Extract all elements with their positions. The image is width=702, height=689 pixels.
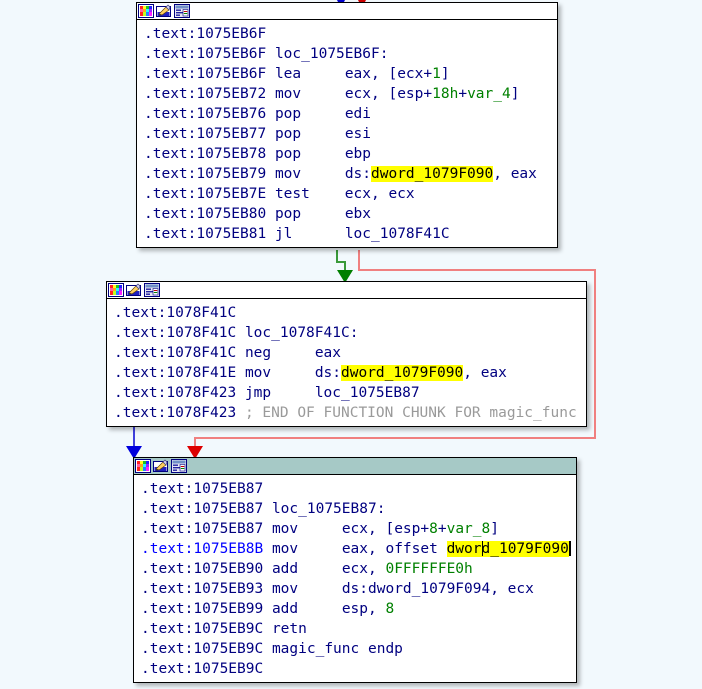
asm-line: .text:1075EB78 pop ebp <box>137 144 557 164</box>
asm-line: .text:1075EB9C retn <box>134 619 576 639</box>
asm-line: .text:1078F41C loc_1078F41C: <box>107 323 586 343</box>
asm-line: .text:1075EB87 <box>134 479 576 499</box>
block-titlebar[interactable] <box>137 3 557 20</box>
asm-line: .text:1075EB79 mov ds:dword_1079F090, ea… <box>137 164 557 184</box>
arrange-window-icon[interactable] <box>144 283 160 297</box>
asm-line: .text:1075EB93 mov ds:dword_1079F094, ec… <box>134 579 576 599</box>
edge-block1-to-block2 <box>337 250 353 283</box>
text-caret-end <box>569 541 571 556</box>
asm-line: .text:1078F423 jmp loc_1075EB87 <box>107 383 586 403</box>
asm-line: .text:1078F41C neg eax <box>107 343 586 363</box>
asm-line: .text:1078F41E mov ds:dword_1079F090, ea… <box>107 363 586 383</box>
text-caret <box>482 541 483 556</box>
highlighted-symbol[interactable]: dword_1079F090 <box>447 541 569 557</box>
asm-line: .text:1075EB6F lea eax, [ecx+1] <box>137 64 557 84</box>
highlighted-symbol[interactable]: dword_1079F090 <box>341 365 463 381</box>
asm-line: .text:1078F423 ; END OF FUNCTION CHUNK F… <box>107 403 586 423</box>
asm-line: .text:1075EB90 add ecx, 0FFFFFFE0h <box>134 559 576 579</box>
asm-line: .text:1075EB6F <box>137 24 557 44</box>
asm-line: .text:1075EB80 pop ebx <box>137 204 557 224</box>
block-body: .text:1075EB87 .text:1075EB87 loc_1075EB… <box>134 475 576 682</box>
basic-block-1[interactable]: .text:1075EB6F .text:1075EB6F loc_1075EB… <box>136 2 558 248</box>
asm-line: .text:1075EB87 loc_1075EB87: <box>134 499 576 519</box>
asm-line: .text:1075EB77 pop esi <box>137 124 557 144</box>
color-palette-icon[interactable] <box>138 4 154 18</box>
edit-pencil-icon[interactable] <box>156 4 172 18</box>
edit-pencil-icon[interactable] <box>153 459 169 473</box>
asm-line: .text:1075EB76 pop edi <box>137 104 557 124</box>
asm-line: .text:1075EB6F loc_1075EB6F: <box>137 44 557 64</box>
block-titlebar[interactable] <box>134 458 576 475</box>
asm-line: .text:1075EB7E test ecx, ecx <box>137 184 557 204</box>
color-palette-icon[interactable] <box>108 283 124 297</box>
edit-pencil-icon[interactable] <box>126 283 142 297</box>
asm-line: .text:1075EB99 add esp, 8 <box>134 599 576 619</box>
asm-line: .text:1075EB9C <box>134 659 576 679</box>
block-body: .text:1075EB6F .text:1075EB6F loc_1075EB… <box>137 20 557 247</box>
asm-line: .text:1078F41C <box>107 303 586 323</box>
basic-block-2[interactable]: .text:1078F41C .text:1078F41C loc_1078F4… <box>106 281 587 427</box>
asm-line: .text:1075EB9C magic_func endp <box>134 639 576 659</box>
block-titlebar[interactable] <box>107 282 586 299</box>
asm-line: .text:1075EB87 mov ecx, [esp+8+var_8] <box>134 519 576 539</box>
asm-line: .text:1075EB81 jl loc_1078F41C <box>137 224 557 244</box>
block-body: .text:1078F41C .text:1078F41C loc_1078F4… <box>107 299 586 426</box>
graph-canvas[interactable]: .text:1075EB6F .text:1075EB6F loc_1075EB… <box>0 0 702 689</box>
color-palette-icon[interactable] <box>135 459 151 473</box>
asm-line: .text:1075EB72 mov ecx, [esp+18h+var_4] <box>137 84 557 104</box>
highlighted-symbol[interactable]: dword_1079F090 <box>371 166 493 182</box>
arrange-window-icon[interactable] <box>171 459 187 473</box>
basic-block-3[interactable]: .text:1075EB87 .text:1075EB87 loc_1075EB… <box>133 457 577 683</box>
edge-block2-to-block3 <box>126 422 142 459</box>
arrange-window-icon[interactable] <box>174 4 190 18</box>
asm-line: .text:1075EB8B mov eax, offset dword_107… <box>134 539 576 559</box>
